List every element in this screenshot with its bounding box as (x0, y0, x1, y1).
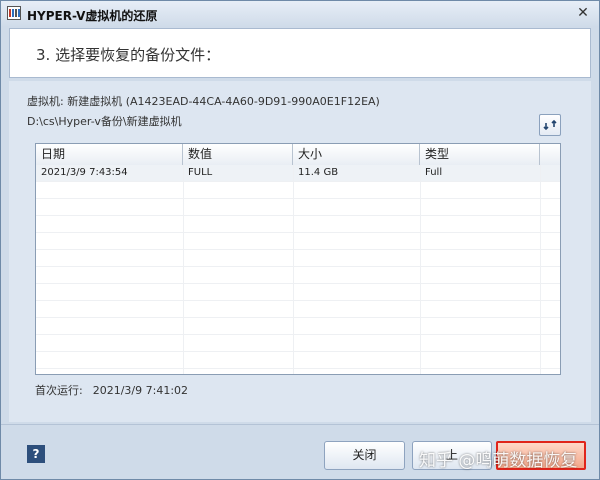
empty-row (36, 199, 560, 216)
backup-table: 日期 数值 大小 类型 2021/3/9 7:43:54 FULL 11.4 G… (35, 143, 561, 375)
refresh-button[interactable] (539, 114, 561, 136)
refresh-icon (543, 119, 557, 131)
table-header: 日期 数值 大小 类型 (36, 144, 560, 166)
step-header: 3. 选择要恢复的备份文件： (9, 28, 591, 78)
restore-dialog: HYPER-V虚拟机的还原 ✕ 3. 选择要恢复的备份文件： 虚拟机: 新建虚拟… (0, 0, 600, 480)
app-icon (7, 6, 21, 20)
empty-row (36, 182, 560, 199)
column-header-type[interactable]: 类型 (420, 144, 540, 165)
cell-size: 11.4 GB (298, 167, 339, 178)
column-divider (293, 165, 294, 374)
empty-row (36, 250, 560, 267)
column-divider (183, 165, 184, 374)
column-header-date[interactable]: 日期 (36, 144, 183, 165)
empty-row (36, 335, 560, 352)
cell-type: Full (425, 167, 443, 178)
column-divider (540, 165, 541, 374)
empty-row (36, 267, 560, 284)
vm-info-label: 虚拟机: 新建虚拟机 (A1423EAD-44CA-4A60-9D91-990A… (27, 95, 380, 108)
help-icon[interactable]: ? (27, 445, 45, 463)
window-title: HYPER-V虚拟机的还原 (27, 9, 158, 23)
column-header-size[interactable]: 大小 (293, 144, 420, 165)
empty-row (36, 318, 560, 335)
column-header-value[interactable]: 数值 (183, 144, 293, 165)
title-bar: HYPER-V虚拟机的还原 ✕ (1, 1, 599, 27)
empty-row (36, 301, 560, 318)
empty-row (36, 284, 560, 301)
first-run-value: 2021/3/9 7:41:02 (92, 384, 189, 397)
step-title: 3. 选择要恢复的备份文件： (36, 46, 221, 64)
empty-row (36, 352, 560, 369)
empty-row (36, 233, 560, 250)
table-row[interactable]: 2021/3/9 7:43:54 FULL 11.4 GB Full (36, 165, 560, 182)
cell-value: FULL (188, 167, 213, 178)
empty-row (36, 216, 560, 233)
close-button[interactable]: 关闭 (324, 441, 405, 470)
close-icon[interactable]: ✕ (575, 5, 591, 21)
first-run-info: 首次运行: 2021/3/9 7:41:02 (35, 382, 188, 398)
vm-path-label: D:\cs\Hyper-v备份\新建虚拟机 (27, 115, 182, 128)
previous-button[interactable]: 上 (412, 441, 492, 470)
first-run-label: 首次运行: (35, 384, 83, 397)
cell-date: 2021/3/9 7:43:54 (41, 167, 128, 178)
next-button[interactable] (496, 441, 586, 470)
column-divider (420, 165, 421, 374)
footer-divider (1, 424, 599, 425)
